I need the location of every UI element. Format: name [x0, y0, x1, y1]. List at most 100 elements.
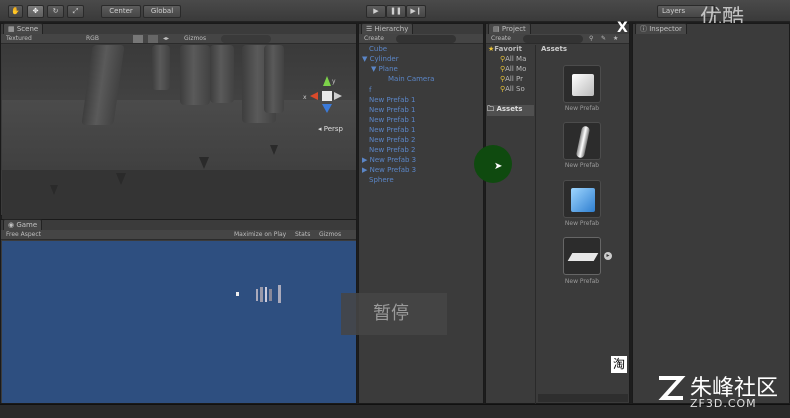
scene-orientation-gizmo[interactable]: y x — [292, 71, 352, 121]
scene-viewport[interactable]: y x ◂ Persp — [2, 45, 356, 238]
tab-game[interactable]: ◉ Game — [3, 219, 43, 230]
status-bar — [0, 404, 790, 418]
expand-arrow-icon[interactable]: ▶ — [362, 156, 370, 164]
global-label: Global — [150, 7, 174, 15]
favorite-item[interactable]: ⚲All So — [500, 85, 525, 93]
shading-dropdown[interactable]: Textured — [6, 34, 32, 43]
hierarchy-create-dropdown[interactable]: Create — [364, 34, 384, 43]
pause-button[interactable]: ❚❚ — [386, 5, 406, 18]
hierarchy-item[interactable]: Cube — [369, 45, 387, 53]
stats-toggle[interactable]: Stats — [295, 230, 310, 239]
hierarchy-item[interactable]: Main Camera — [388, 75, 434, 83]
scene-lighting-toggle[interactable] — [133, 35, 143, 43]
game-viewport[interactable] — [2, 241, 356, 403]
filter-by-label-icon[interactable]: ✎ — [601, 34, 606, 43]
scene-image-toggle[interactable] — [148, 35, 158, 43]
expand-arrow-icon[interactable]: ▼ — [362, 55, 370, 63]
step-button[interactable]: ▶❙ — [406, 5, 426, 18]
assets-header: Assets — [541, 45, 568, 53]
prefab-thumbnail[interactable]: ▸ — [563, 237, 612, 275]
prefab-thumbnail[interactable] — [563, 180, 601, 218]
hierarchy-tab-label: Hierarchy — [374, 25, 409, 33]
hierarchy-toolbar: Create — [359, 34, 483, 44]
move-tool-button[interactable]: ✥ — [27, 5, 44, 18]
asset-label: New Prefab — [564, 105, 600, 112]
maximize-on-play-toggle[interactable]: Maximize on Play — [234, 230, 286, 239]
gizmo-z-cone — [322, 104, 332, 113]
inspector-tab-label: Inspector — [649, 25, 682, 33]
rotate-icon: ↻ — [52, 7, 59, 15]
expand-arrow-icon[interactable]: ▶ — [362, 166, 370, 174]
hand-tool-button[interactable]: ✋ — [8, 5, 23, 18]
close-icon[interactable]: X — [617, 20, 628, 36]
hierarchy-item[interactable]: New Prefab 1 — [369, 106, 416, 114]
tab-hierarchy[interactable]: ☰ Hierarchy — [361, 23, 414, 34]
prefab-thumbnail[interactable] — [563, 65, 601, 103]
favorites-header[interactable]: ★Favorit — [488, 45, 522, 53]
pivot-center-button[interactable]: Center — [101, 5, 141, 18]
cylinder-pillar — [210, 45, 234, 103]
hierarchy-item[interactable]: ▶ New Prefab 3 — [362, 156, 416, 164]
project-tree: ★Favorit ⚲All Ma ⚲All Mo ⚲All Pr ⚲All So… — [486, 45, 536, 405]
tab-inspector[interactable]: ⓘ Inspector — [635, 23, 687, 34]
hierarchy-search-input[interactable] — [396, 35, 456, 43]
main-toolbar: ✋ ✥ ↻ ⤢ Center Global ▶ ❚❚ ▶❙ Layers — [0, 0, 790, 22]
render-mode-dropdown[interactable]: RGB — [86, 34, 99, 43]
inspector-panel: ⓘ Inspector — [632, 23, 790, 404]
hierarchy-item[interactable]: ▼ Cylinder — [362, 55, 399, 63]
scale-icon: ⤢ — [72, 7, 79, 15]
favorite-item[interactable]: ⚲All Mo — [500, 65, 526, 73]
gizmo-x-cone — [310, 92, 318, 100]
game-panel: ◉ Game Free Aspect Maximize on Play Stat… — [0, 219, 357, 404]
gizmo-center-cube — [322, 91, 332, 101]
tab-scene[interactable]: ▦ Scene — [3, 23, 44, 34]
game-gizmos-dropdown[interactable]: Gizmos — [319, 230, 341, 239]
scene-toolbar: Textured RGB ◂▸ Gizmos — [1, 34, 356, 44]
favorite-item[interactable]: ⚲All Pr — [500, 75, 523, 83]
hierarchy-panel: ☰ Hierarchy Create Cube ▼ Cylinder ▼ Pla… — [358, 23, 484, 404]
projection-label[interactable]: ◂ Persp — [318, 125, 343, 133]
ime-input-box[interactable]: 淘 — [611, 356, 628, 373]
expand-arrow-icon[interactable]: ▼ — [371, 65, 379, 73]
global-local-button[interactable]: Global — [143, 5, 181, 18]
gizmo-neg-x-cone — [334, 92, 342, 100]
spike-shape — [50, 185, 58, 195]
hierarchy-item[interactable]: New Prefab 2 — [369, 136, 416, 144]
scene-tab-label: Scene — [16, 25, 39, 33]
hierarchy-item[interactable]: New Prefab 2 — [369, 146, 416, 154]
scale-tool-button[interactable]: ⤢ — [67, 5, 84, 18]
cylinder-pillar — [264, 45, 284, 113]
scene-panel: ▦ Scene Textured RGB ◂▸ Gizmos y x ◂ Per… — [0, 23, 357, 238]
expand-prefab-icon[interactable]: ▸ — [604, 252, 612, 260]
game-objects-cluster — [236, 285, 281, 303]
favorite-item[interactable]: ⚲All Ma — [500, 55, 526, 63]
audio-icon[interactable]: ◂▸ — [163, 34, 169, 43]
project-search-input[interactable] — [523, 35, 583, 43]
aspect-dropdown[interactable]: Free Aspect — [6, 230, 41, 239]
hierarchy-item[interactable]: ▶ New Prefab 3 — [362, 166, 416, 174]
project-tab-icon: ▤ — [493, 25, 502, 33]
tab-project[interactable]: ▤ Project — [488, 23, 531, 34]
rotate-tool-button[interactable]: ↻ — [47, 5, 64, 18]
hierarchy-item[interactable]: f — [369, 86, 371, 94]
game-tab-label: Game — [16, 221, 38, 229]
step-icon: ▶❙ — [410, 7, 422, 15]
assets-folder-item[interactable]: 🗀 Assets — [487, 105, 534, 116]
layers-label: Layers — [662, 7, 686, 15]
hierarchy-item[interactable]: New Prefab 1 — [369, 126, 416, 134]
filter-by-type-icon[interactable]: ⚲ — [589, 34, 593, 43]
game-toolbar: Free Aspect Maximize on Play Stats Gizmo… — [1, 230, 356, 240]
gizmos-dropdown[interactable]: Gizmos — [184, 34, 206, 43]
mouse-cursor-icon: ➤ — [494, 161, 503, 172]
hierarchy-item[interactable]: New Prefab 1 — [369, 116, 416, 124]
play-button[interactable]: ▶ — [366, 5, 386, 18]
prefab-thumbnail[interactable] — [563, 122, 601, 160]
hierarchy-item[interactable]: ▼ Plane — [371, 65, 398, 73]
hierarchy-item[interactable]: New Prefab 1 — [369, 96, 416, 104]
project-tab-label: Project — [501, 25, 526, 33]
project-create-dropdown[interactable]: Create — [491, 34, 511, 43]
scene-search-input[interactable] — [221, 35, 271, 43]
hierarchy-item[interactable]: Sphere — [369, 176, 394, 184]
thumbnail-size-slider[interactable] — [538, 394, 628, 402]
hierarchy-tab-icon: ☰ — [366, 25, 375, 33]
